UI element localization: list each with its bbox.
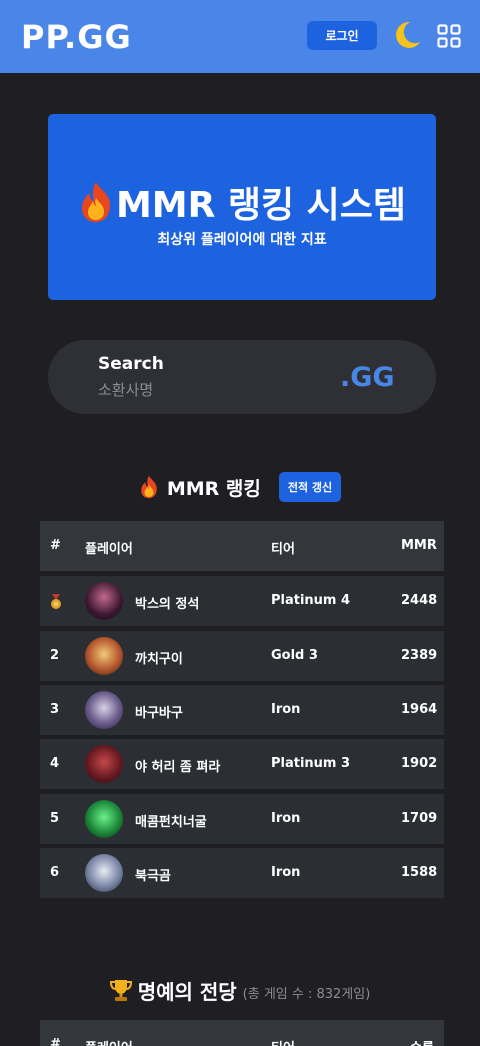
search-bar[interactable]: Search .GG bbox=[48, 340, 436, 414]
player-mmr: 1588 bbox=[401, 865, 438, 880]
table-row[interactable]: 6 북극곰 Iron 1588 bbox=[40, 848, 444, 898]
hero-title: MMR 랭킹 시스템 bbox=[115, 185, 407, 226]
player-name[interactable]: 까치구이 bbox=[135, 648, 183, 667]
player-mmr: 1709 bbox=[401, 811, 438, 826]
hero-subtitle: 최상위 플레이어에 대한 지표 bbox=[157, 232, 327, 248]
avatar bbox=[85, 637, 123, 675]
col-mmr: MMR bbox=[401, 538, 437, 553]
player-rank: 2 bbox=[50, 648, 60, 663]
col-tier: 티어 bbox=[271, 542, 295, 557]
player-rank: 5 bbox=[50, 811, 60, 826]
login-button[interactable]: 로그인 bbox=[307, 21, 377, 50]
player-name[interactable]: 야 허리 좀 펴라 bbox=[135, 756, 220, 775]
player-rank: 6 bbox=[50, 865, 60, 880]
player-tier: Platinum 4 bbox=[271, 593, 351, 608]
avatar bbox=[85, 854, 123, 892]
avatar bbox=[85, 745, 123, 783]
table-header: # 플레이어 티어 승률 bbox=[40, 1020, 444, 1046]
medal-icon bbox=[51, 594, 61, 609]
player-tier: Iron bbox=[271, 865, 301, 880]
player-name[interactable]: 매콤펀치너굴 bbox=[135, 811, 207, 830]
hall-of-fame-header: 명예의 전당 (총 게임 수 : 832게임) bbox=[0, 973, 480, 1007]
moon-icon[interactable] bbox=[392, 20, 422, 50]
table-row[interactable]: 4 야 허리 좀 펴라 Platinum 3 1902 bbox=[40, 739, 444, 789]
table-row[interactable]: 2 까치구이 Gold 3 2389 bbox=[40, 631, 444, 681]
player-mmr: 1964 bbox=[401, 702, 438, 717]
avatar bbox=[85, 582, 123, 620]
col-rank: # bbox=[50, 1037, 61, 1046]
player-mmr: 1902 bbox=[401, 756, 438, 771]
player-name[interactable]: 박스의 정석 bbox=[135, 593, 199, 612]
player-mmr: 2389 bbox=[401, 648, 438, 663]
player-rank: 4 bbox=[50, 756, 60, 771]
player-tier: Platinum 3 bbox=[271, 756, 351, 771]
player-tier: Iron bbox=[271, 811, 301, 826]
player-rank: 3 bbox=[50, 702, 60, 717]
fire-icon bbox=[141, 475, 157, 499]
avatar bbox=[85, 800, 123, 838]
player-tier: Gold 3 bbox=[271, 648, 318, 663]
logo[interactable]: PP.GG bbox=[21, 18, 132, 56]
table-row[interactable]: 5 매콤펀치너굴 Iron 1709 bbox=[40, 794, 444, 844]
player-name[interactable]: 북극곰 bbox=[135, 865, 171, 884]
search-label: Search bbox=[98, 354, 164, 374]
trophy-icon bbox=[109, 980, 132, 1001]
refresh-button[interactable]: 전적 갱신 bbox=[278, 472, 342, 502]
col-player: 플레이어 bbox=[85, 542, 133, 557]
table-row[interactable]: 3 바구바구 Iron 1964 bbox=[40, 685, 444, 735]
search-submit-gg[interactable]: .GG bbox=[340, 362, 395, 393]
player-name[interactable]: 바구바구 bbox=[135, 702, 183, 721]
ranking-title: MMR 랭킹 bbox=[166, 477, 261, 500]
player-tier: Iron bbox=[271, 702, 301, 717]
hero-banner: MMR 랭킹 시스템 최상위 플레이어에 대한 지표 bbox=[48, 114, 436, 300]
col-tier: 티어 bbox=[271, 1037, 295, 1046]
fire-icon bbox=[81, 182, 111, 222]
search-input[interactable] bbox=[98, 379, 298, 401]
total-games: (총 게임 수 : 832게임) bbox=[242, 986, 371, 1002]
player-mmr: 2448 bbox=[401, 593, 438, 608]
header: PP.GG 로그인 bbox=[0, 0, 480, 73]
ranking-header: MMR 랭킹 전적 갱신 bbox=[0, 472, 480, 502]
avatar bbox=[85, 691, 123, 729]
hall-of-fame-table: # 플레이어 티어 승률 bbox=[40, 1020, 444, 1046]
ranking-table: # 플레이어 티어 MMR 박스의 정석 Platinum 4 2448 2 까… bbox=[40, 521, 444, 898]
col-rank: # bbox=[50, 538, 61, 553]
table-row[interactable]: 박스의 정석 Platinum 4 2448 bbox=[40, 576, 444, 626]
col-player: 플레이어 bbox=[85, 1037, 133, 1046]
col-winrate: 승률 bbox=[410, 1037, 434, 1046]
hall-of-fame-title: 명예의 전당 bbox=[137, 979, 237, 1004]
table-header: # 플레이어 티어 MMR bbox=[40, 521, 444, 571]
grid-menu-icon[interactable] bbox=[437, 24, 461, 48]
